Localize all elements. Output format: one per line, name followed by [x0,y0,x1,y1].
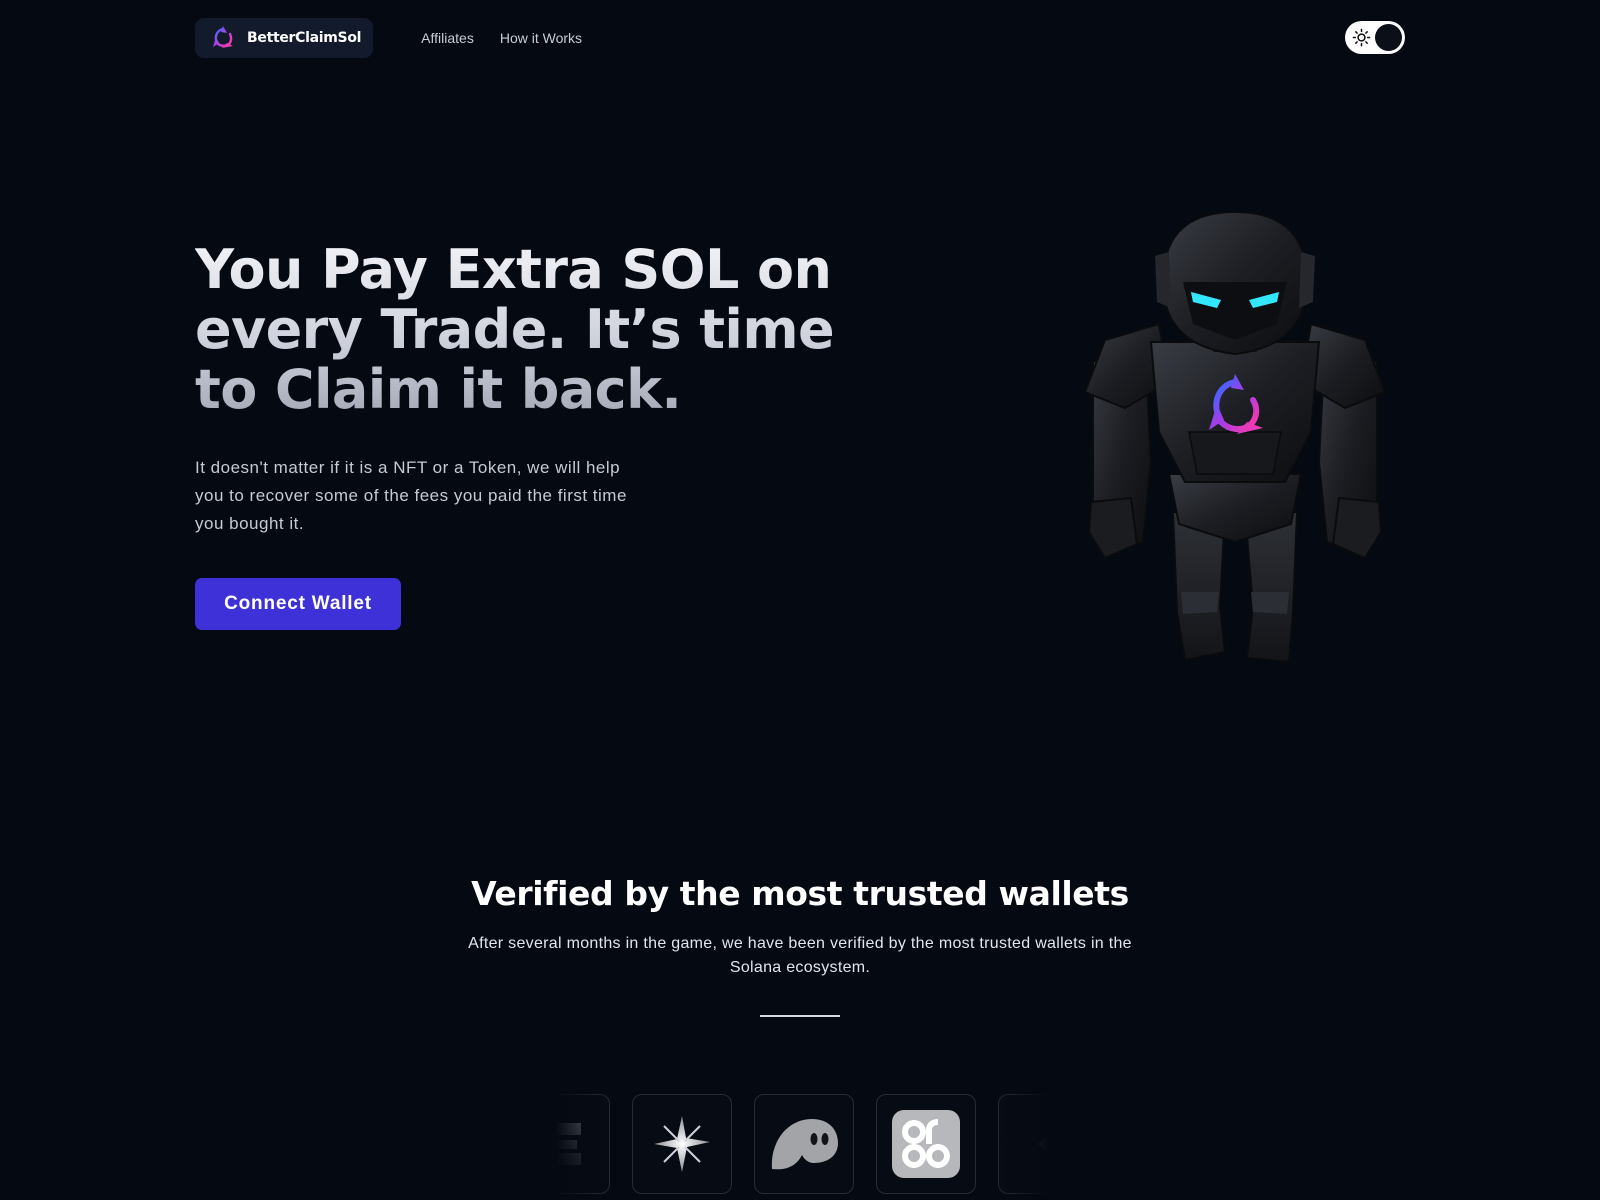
toggle-knob [1375,24,1402,51]
section-divider [760,1015,840,1017]
ok-wallet-icon [892,1110,960,1178]
wallet-card[interactable] [754,1094,854,1194]
hero-subtitle: It doesn't matter if it is a NFT or a To… [195,458,627,533]
top-nav: BetterClaimSol Affiliates How it Works [195,18,1405,58]
wallet-card[interactable] [998,1094,1055,1194]
wallet-carousel [550,1094,1055,1194]
verified-title: Verified by the most trusted wallets [471,874,1129,913]
chevron-wallet-icon [1038,1128,1055,1160]
theme-toggle[interactable] [1345,21,1405,54]
connect-wallet-button[interactable]: Connect Wallet [195,578,401,630]
wallet-card[interactable] [550,1094,610,1194]
hero-title: You Pay Extra SOL on every Trade. It’s t… [195,240,855,420]
ghost-wallet-icon [771,1119,838,1170]
wallet-card[interactable] [632,1094,732,1194]
e-wallet-icon [550,1123,581,1165]
nav-link-how-it-works[interactable]: How it Works [500,30,582,46]
brand-logo-link[interactable]: BetterClaimSol [195,18,374,58]
star-wallet-icon [654,1116,710,1172]
wallet-card[interactable] [876,1094,976,1194]
verified-description: After several months in the game, we hav… [468,935,1132,976]
nav-link-affiliates[interactable]: Affiliates [421,30,474,46]
robot-mascot-image [1085,212,1385,664]
page: BetterClaimSol Affiliates How it Works Y… [0,0,1600,1200]
sun-icon [1352,28,1371,47]
logo-icon [213,26,233,48]
brand-name: BetterClaimSol [247,30,362,46]
nav-links: Affiliates How it Works [421,30,582,46]
